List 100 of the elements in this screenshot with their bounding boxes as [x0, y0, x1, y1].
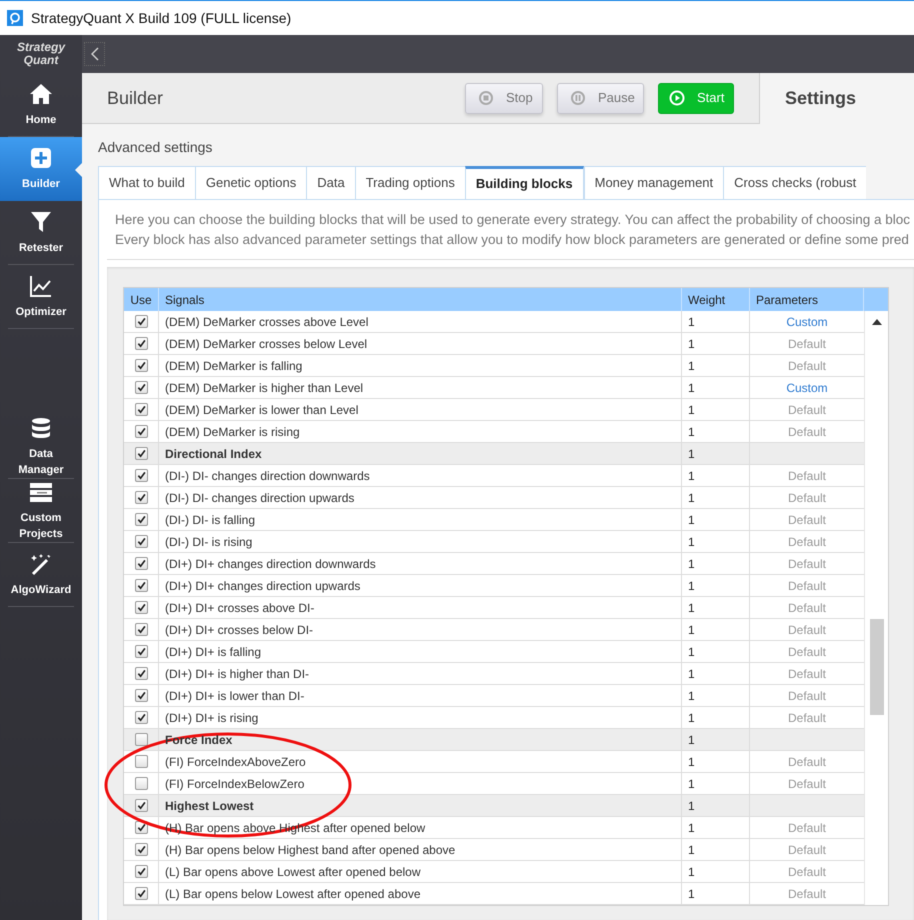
sidebar-item[interactable]: Optimizer: [8, 265, 74, 329]
sidebar-item[interactable]: Retester: [8, 201, 74, 265]
sidebar-item[interactable]: Data Manager: [8, 415, 74, 479]
parameters-link[interactable]: Default: [750, 575, 864, 596]
section-title: Advanced settings: [98, 138, 214, 157]
parameters-link[interactable]: Default: [750, 597, 864, 618]
tab[interactable]: Trading options: [354, 166, 465, 199]
parameters-link[interactable]: Default: [750, 707, 864, 728]
checkbox[interactable]: [134, 623, 148, 636]
signal-name: (DI+) DI+ is higher than DI-: [159, 663, 682, 684]
checkbox[interactable]: [134, 557, 148, 570]
parameters-link[interactable]: Default: [750, 751, 864, 772]
checkbox[interactable]: [134, 667, 148, 680]
weight-cell: 1: [682, 377, 750, 398]
checkbox[interactable]: [134, 711, 148, 724]
checkbox[interactable]: [134, 777, 148, 790]
parameters-link[interactable]: Default: [750, 355, 864, 376]
start-button[interactable]: Start: [658, 82, 734, 114]
signal-name: (DI-) DI- is falling: [159, 509, 682, 530]
tab[interactable]: Money management: [584, 166, 724, 199]
parameters-link[interactable]: Default: [750, 773, 864, 794]
signal-name: (DI+) DI+ changes direction upwards: [159, 575, 682, 596]
checkbox[interactable]: [134, 513, 148, 526]
signal-name: (FI) ForceIndexAboveZero: [159, 751, 682, 772]
plus-icon: [29, 146, 53, 170]
tab[interactable]: Building blocks: [464, 166, 584, 199]
parameters-link[interactable]: Custom: [750, 377, 864, 398]
home-icon: [29, 82, 53, 106]
collapse-button[interactable]: [84, 42, 105, 66]
parameters-link[interactable]: Default: [750, 509, 864, 530]
sidebar-item[interactable]: Builder: [0, 137, 82, 201]
tab[interactable]: Cross checks (robust: [723, 166, 866, 199]
group-name: Directional Index: [159, 443, 682, 464]
parameters-link[interactable]: Default: [750, 685, 864, 706]
parameters-link[interactable]: Default: [750, 333, 864, 354]
checkbox[interactable]: [134, 315, 148, 328]
signal-name: (DI+) DI+ crosses below DI-: [159, 619, 682, 640]
parameters-link[interactable]: Default: [750, 861, 864, 882]
checkbox[interactable]: [134, 799, 148, 812]
weight-cell: 1: [682, 619, 750, 640]
checkbox[interactable]: [134, 843, 148, 856]
checkbox[interactable]: [134, 469, 148, 482]
checkbox[interactable]: [134, 645, 148, 658]
weight-cell: 1: [682, 729, 750, 750]
description-text: Every block has also advanced parameter settings that allow you to modify how block parameters are generated or define some pred: [115, 231, 910, 249]
database-icon: [29, 416, 53, 440]
pause-icon: [570, 90, 586, 106]
signal-name: (DI+) DI+ is rising: [159, 707, 682, 728]
tab[interactable]: What to build: [98, 166, 195, 199]
scrollbar-thumb[interactable]: [870, 619, 884, 715]
signal-name: (DEM) DeMarker is falling: [159, 355, 682, 376]
tab[interactable]: Genetic options: [194, 166, 306, 199]
weight-cell: 1: [682, 861, 750, 882]
app-icon: [7, 10, 23, 26]
scroll-up-arrow-icon[interactable]: [872, 319, 882, 325]
weight-cell: 1: [682, 553, 750, 574]
sidebar-item[interactable]: AlgoWizard: [8, 543, 74, 607]
checkbox[interactable]: [134, 491, 148, 504]
parameters-link[interactable]: Default: [750, 531, 864, 552]
parameters-link[interactable]: Default: [750, 839, 864, 860]
tab[interactable]: Data: [306, 166, 355, 199]
weight-cell: 1: [682, 509, 750, 530]
signal-name: (DI-) DI- changes direction downwards: [159, 465, 682, 486]
parameters-link[interactable]: Default: [750, 641, 864, 662]
stop-icon: [478, 90, 494, 106]
checkbox[interactable]: [134, 887, 148, 900]
weight-cell: 1: [682, 707, 750, 728]
parameters-link[interactable]: Default: [750, 883, 864, 904]
weight-cell: 1: [682, 817, 750, 838]
weight-cell: 1: [682, 773, 750, 794]
parameters-link[interactable]: Default: [750, 421, 864, 442]
parameters-link[interactable]: Default: [750, 817, 864, 838]
checkbox[interactable]: [134, 865, 148, 878]
checkbox[interactable]: [134, 425, 148, 438]
checkbox[interactable]: [134, 447, 148, 460]
checkbox[interactable]: [134, 579, 148, 592]
group-name: Highest Lowest: [159, 795, 682, 816]
checkbox[interactable]: [134, 403, 148, 416]
signal-name: (DEM) DeMarker is higher than Level: [159, 377, 682, 398]
parameters-link[interactable]: Default: [750, 399, 864, 420]
checkbox[interactable]: [134, 755, 148, 768]
parameters-link[interactable]: Default: [750, 465, 864, 486]
signal-name: (H) Bar opens below Highest band after opened above: [159, 839, 682, 860]
weight-cell: 1: [682, 883, 750, 904]
checkbox[interactable]: [134, 381, 148, 394]
checkbox[interactable]: [134, 689, 148, 702]
parameters-link[interactable]: Default: [750, 487, 864, 508]
signal-name: (DI-) DI- changes direction upwards: [159, 487, 682, 508]
checkbox[interactable]: [134, 337, 148, 350]
checkbox[interactable]: [134, 535, 148, 548]
signal-name: (DI+) DI+ crosses above DI-: [159, 597, 682, 618]
checkbox[interactable]: [134, 733, 148, 746]
sidebar-item[interactable]: Custom Projects: [8, 479, 74, 543]
parameters-link[interactable]: Default: [750, 619, 864, 640]
checkbox[interactable]: [134, 601, 148, 614]
parameters-link[interactable]: Default: [750, 553, 864, 574]
weight-cell: 1: [682, 641, 750, 662]
parameters-link[interactable]: Default: [750, 663, 864, 684]
parameters-link[interactable]: Custom: [750, 311, 864, 332]
checkbox[interactable]: [134, 359, 148, 372]
